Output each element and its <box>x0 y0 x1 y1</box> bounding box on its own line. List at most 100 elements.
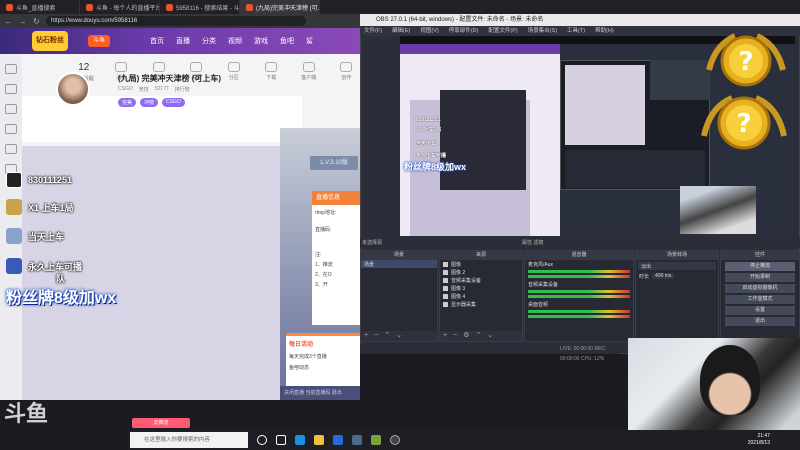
home-icon[interactable] <box>5 64 17 74</box>
overlay-text: X1 上车1局 <box>28 202 74 213</box>
duration-input[interactable]: 400 ms <box>652 273 675 279</box>
douyu-favicon-icon <box>86 3 93 11</box>
transition-select[interactable]: 淡出 <box>638 262 716 270</box>
source-item[interactable]: 图像 3 <box>440 284 522 292</box>
source-item[interactable]: 图像 <box>440 260 522 268</box>
remove-icon[interactable]: − <box>453 331 457 341</box>
room-tag[interactable]: 冲榜 <box>140 98 159 107</box>
reload-icon[interactable]: ↻ <box>32 17 41 26</box>
cortana-icon[interactable] <box>257 435 267 445</box>
site-logo[interactable]: 钻石粉丝 <box>32 31 68 51</box>
exit-button[interactable]: 退出 <box>725 317 795 326</box>
heart-icon <box>190 62 203 72</box>
room-tag[interactable]: 完美 <box>118 98 137 107</box>
app-icon[interactable] <box>371 435 381 445</box>
avatar[interactable] <box>56 72 90 106</box>
room-tag[interactable]: CSGO <box>162 98 185 107</box>
stop-streaming-button[interactable]: 停止推流 <box>725 262 795 271</box>
task-view-icon[interactable] <box>276 435 286 445</box>
nav-home[interactable]: 首页 <box>150 36 164 46</box>
edge-icon[interactable] <box>295 435 305 445</box>
stat-item[interactable]: 创作 <box>333 62 361 96</box>
douyu-favicon-icon <box>6 3 13 11</box>
browser-tab-active[interactable]: (九局)完美冲天津榜 (可上车)_CSGO直播_斗鱼直播 <box>240 0 320 14</box>
transitions-dock: 场景转场 淡出 时长 400 ms <box>635 250 719 342</box>
overlay-row: X1 上车1局 <box>6 199 74 215</box>
browser-tab[interactable]: 5958116 - 搜索结果 - 斗鱼直播 <box>160 0 240 14</box>
nav-more[interactable]: 鲨 <box>306 36 313 46</box>
history-icon[interactable] <box>5 104 17 114</box>
nav-live[interactable]: 直播 <box>176 36 190 46</box>
browser-tab[interactable]: 斗鱼_直播搜索 <box>0 0 80 14</box>
source-item[interactable]: 图像 4 <box>440 292 522 300</box>
back-icon[interactable]: ← <box>4 17 13 26</box>
nav-video[interactable]: 视频 <box>228 36 242 46</box>
start-recording-button[interactable]: 开始录制 <box>725 273 795 282</box>
menu-view[interactable]: 视图(V) <box>420 26 438 36</box>
properties-filters[interactable]: 属性 滤镜 <box>522 238 543 248</box>
nav-category[interactable]: 分类 <box>202 36 216 46</box>
taskbar-clock[interactable]: 21:47 2021/8/13 <box>748 433 770 447</box>
version-label: 1.V.3.10版 <box>310 156 358 170</box>
menu-scene-collection[interactable]: 场景集合(S) <box>528 26 557 36</box>
volume-meter[interactable] <box>528 310 630 313</box>
remove-icon[interactable]: − <box>374 331 378 341</box>
svg-text:?: ? <box>736 109 751 139</box>
add-icon[interactable]: + <box>364 331 368 341</box>
menu-docks[interactable]: 停靠部件(D) <box>449 26 479 36</box>
down-icon[interactable]: ⌄ <box>396 331 402 341</box>
obs-icon[interactable] <box>390 435 400 445</box>
scene-item[interactable]: 场景 <box>361 260 437 268</box>
overlay-row: 永久上车可播 <box>6 258 82 274</box>
stat-item[interactable]: 客户端 <box>295 62 323 96</box>
store-icon[interactable] <box>333 435 343 445</box>
virtual-camera-button[interactable]: 启动虚拟摄像机 <box>725 284 795 293</box>
menu-profile[interactable]: 配置文件(P) <box>488 26 517 36</box>
forward-icon[interactable]: → <box>18 17 27 26</box>
source-item[interactable]: 音频采集设备 <box>440 276 522 284</box>
obs-title-bar: OBS 27.0.1 (64-bit, windows) - 配置文件: 未命名… <box>360 14 800 26</box>
windows-taskbar: 在这里输入你要搜索的内容 21:47 2021/8/13 <box>128 430 800 450</box>
menu-file[interactable]: 文件(F) <box>364 26 382 36</box>
mixer-channel-label: 麦克风/Aux <box>528 261 554 268</box>
yuba-link[interactable]: 鱼吧动态 <box>286 362 360 373</box>
stat-item[interactable]: 下载 <box>258 62 286 96</box>
volume-meter[interactable] <box>528 295 630 298</box>
menu-edit[interactable]: 编辑(E) <box>392 26 410 36</box>
preview-nested-site <box>565 65 645 145</box>
video-icon[interactable] <box>5 144 17 154</box>
stream-bottom-bar[interactable]: 关闭直播 当前直播码 退出 <box>280 386 360 400</box>
volume-meter[interactable] <box>528 290 630 293</box>
menu-tools[interactable]: 工具(T) <box>567 26 585 36</box>
down-icon[interactable]: ⌄ <box>487 331 493 341</box>
overlay-qq-number: 830111251 <box>28 175 73 185</box>
nav-yuba[interactable]: 鱼吧 <box>280 36 294 46</box>
nav-game[interactable]: 游戏 <box>254 36 268 46</box>
volume-meter[interactable] <box>528 275 630 278</box>
category-icon[interactable] <box>5 124 17 134</box>
steam-icon[interactable] <box>352 435 362 445</box>
url-input[interactable]: https://www.douyu.com/5958116 <box>46 16 306 26</box>
studio-mode-button[interactable]: 工作室模式 <box>725 295 795 304</box>
menu-help[interactable]: 帮助(H) <box>595 26 614 36</box>
gear-icon[interactable]: ⚙ <box>463 331 469 341</box>
stat-item[interactable]: 分区 <box>220 62 248 96</box>
settings-button[interactable]: 设置 <box>725 306 795 315</box>
up-icon[interactable]: ⌃ <box>384 331 390 341</box>
volume-meter[interactable] <box>528 315 630 318</box>
explorer-icon[interactable] <box>314 435 324 445</box>
volume-meter[interactable] <box>528 270 630 273</box>
follow-icon[interactable] <box>5 84 17 94</box>
room-meta: CSGO 竞技 52177 排行榜 <box>118 86 190 93</box>
browser-tab[interactable]: 斗鱼 - 每个人的直播平台 <box>80 0 160 14</box>
douyu-logo[interactable]: 斗鱼 <box>88 35 110 47</box>
taskbar-search-input[interactable]: 在这里输入你要搜索的内容 <box>130 432 248 448</box>
audio-mixer-dock: 混音器 麦克风/Aux 音频采集设备 桌面音频 <box>524 250 634 342</box>
up-icon[interactable]: ⌃ <box>475 331 481 341</box>
push-button[interactable]: 去推流 <box>132 418 190 428</box>
source-item[interactable]: 显示器采集 <box>440 300 522 308</box>
add-icon[interactable]: + <box>443 331 447 341</box>
rtmp-label: rtmp地址: <box>315 210 337 216</box>
source-item[interactable]: 图像 2 <box>440 268 522 276</box>
grid-icon <box>227 62 240 72</box>
